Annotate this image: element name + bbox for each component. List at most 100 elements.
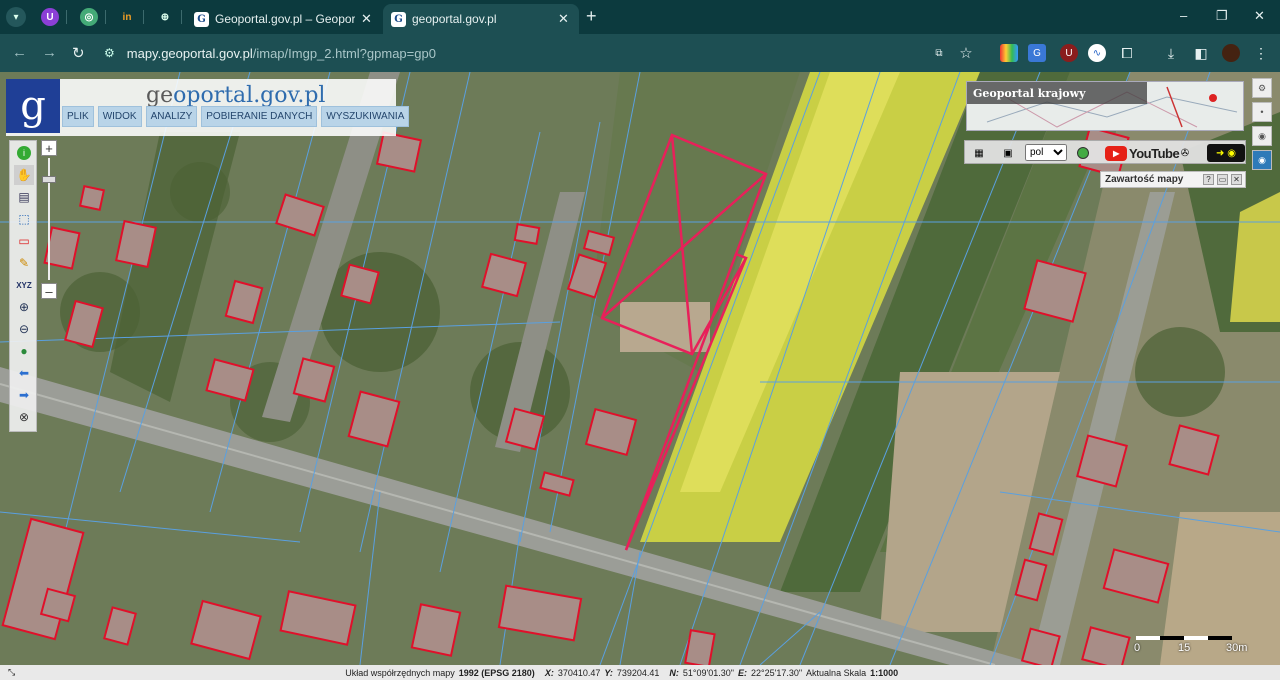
back-arrow-icon[interactable]: ← xyxy=(12,44,27,61)
scale-segment xyxy=(1136,636,1160,640)
scale-label-text: Aktualna Skala xyxy=(806,667,867,678)
url-field[interactable]: ⚙ mapy.geoportal.gov.pl/imap/Imgp_2.html… xyxy=(104,39,984,67)
browser-address-bar: ← → ↻ ⚙ mapy.geoportal.gov.pl/imap/Imgp_… xyxy=(0,34,1280,72)
previous-view-arrow-icon[interactable]: ⬅ xyxy=(14,363,34,383)
site-info-icon[interactable]: ⚙ xyxy=(104,46,115,60)
reload-icon[interactable]: ↻ xyxy=(72,44,85,62)
y-label: Y: xyxy=(604,667,613,678)
install-app-icon[interactable]: ⧉ xyxy=(930,44,948,62)
language-select[interactable]: pol xyxy=(1025,144,1067,161)
select-object-icon[interactable]: ▭ xyxy=(14,231,34,251)
draw-pencil-icon[interactable]: ✎ xyxy=(14,253,34,273)
close-window-button[interactable]: ✕ xyxy=(1254,8,1265,24)
url-path: /imap/Imgp_2.html?gpmap=gp0 xyxy=(252,45,436,61)
globe-icon[interactable]: ⊕ xyxy=(156,8,174,26)
maximize-button[interactable]: ▭ xyxy=(1217,174,1228,185)
main-menu: PLIK WIDOK ANALIZY POBIERANIE DANYCH WYS… xyxy=(62,106,410,127)
tab-title: Geoportal.gov.pl – Geoportal Inf xyxy=(215,12,355,26)
zoom-in-icon[interactable]: ⊕ xyxy=(14,297,34,317)
youtube-link[interactable]: ▶ YouTube xyxy=(1105,144,1180,162)
clear-selection-icon[interactable]: ⊗ xyxy=(14,407,34,427)
side-panel-icon[interactable]: ◧ xyxy=(1192,44,1210,62)
help-button[interactable]: ? xyxy=(1203,174,1214,185)
zoom-slider[interactable]: + – xyxy=(41,140,57,300)
url-host: mapy.geoportal.gov.pl xyxy=(126,45,253,61)
tab-geoportal-info[interactable]: G Geoportal.gov.pl – Geoportal Inf ✕ xyxy=(186,4,382,34)
minimize-button[interactable]: – xyxy=(1180,8,1187,23)
y-value: 739204.41 xyxy=(616,667,660,678)
dot-icon[interactable]: • xyxy=(1252,102,1272,122)
geoportal-favicon-icon: G xyxy=(194,11,209,27)
legend-table-icon[interactable]: ▤ xyxy=(14,187,34,207)
close-icon[interactable]: ✕ xyxy=(361,11,372,27)
eye-outline-icon[interactable]: ◉ xyxy=(1252,126,1272,146)
audio-wave-icon[interactable]: ∿ xyxy=(1088,44,1106,62)
map-content-panel[interactable]: Zawartość mapy ? ▭ ✕ xyxy=(1100,171,1246,188)
translate-icon[interactable]: G xyxy=(1028,44,1046,62)
new-tab-button[interactable]: + xyxy=(586,6,597,27)
bookmark-star-icon[interactable]: ☆ xyxy=(957,44,975,62)
menu-widok[interactable]: WIDOK xyxy=(97,106,142,127)
overview-map[interactable]: Geoportal krajowy xyxy=(966,81,1244,131)
profile-avatar[interactable] xyxy=(1222,44,1240,62)
tab-divider xyxy=(143,10,144,24)
menu-pobieranie-danych[interactable]: POBIERANIE DANYCH xyxy=(201,106,318,127)
map-status-bar: ⤡ Układ współrzędnych mapy 1992 (EPSG 21… xyxy=(0,665,1280,680)
ublock-icon[interactable]: U xyxy=(41,8,59,26)
browser-tab-bar: ▾ U ◎ in ⊕ G Geoportal.gov.pl – Geoporta… xyxy=(0,0,1280,34)
pan-hand-icon[interactable]: ✋ xyxy=(14,165,34,185)
select-area-icon[interactable]: ⬚ xyxy=(14,209,34,229)
scale-segment xyxy=(1208,636,1232,640)
map-viewport[interactable]: g geoportal.gov.pl PLIK WIDOK ANALIZY PO… xyxy=(0,72,1280,665)
crs-value: 1992 (EPSG 2180) xyxy=(458,667,535,678)
menu-analizy[interactable]: ANALIZY xyxy=(145,106,198,127)
accessibility-icon[interactable]: ✇ xyxy=(1177,144,1193,162)
menu-plik[interactable]: PLIK xyxy=(62,106,94,127)
tab-divider xyxy=(181,10,182,24)
ublock-extension-icon[interactable]: U xyxy=(1060,44,1078,62)
map-tools-toolbar: i ✋ ▤ ⬚ ▭ ✎ XYZ ⊕ ⊖ ● ⬅ ➡ ⊗ xyxy=(9,140,37,432)
close-icon[interactable]: ✕ xyxy=(558,11,569,27)
tab-search-menu-icon[interactable]: ▾ xyxy=(6,7,26,27)
scale-label: 15 xyxy=(1178,642,1191,654)
download-icon[interactable]: ⤓ xyxy=(1162,44,1180,62)
menu-wyszukiwania[interactable]: WYSZUKIWANIA xyxy=(321,106,410,127)
geoportal-g-icon: g xyxy=(6,79,60,133)
full-extent-globe-icon[interactable]: ● xyxy=(14,341,34,361)
tab-title: geoportal.gov.pl xyxy=(412,12,497,26)
zoom-out-icon[interactable]: ⊖ xyxy=(14,319,34,339)
geoportal-favicon-icon: G xyxy=(391,11,406,27)
overview-title: Geoportal krajowy xyxy=(967,82,1147,104)
info-icon[interactable]: i xyxy=(14,143,34,163)
extensions-puzzle-icon[interactable]: ⧠ xyxy=(1118,44,1136,62)
scale-label: 30m xyxy=(1226,642,1248,654)
logo-text: geoportal.gov.pl xyxy=(146,83,326,108)
zoom-thumb[interactable] xyxy=(42,176,56,183)
close-panel-button[interactable]: ✕ xyxy=(1231,174,1242,185)
e-label: E: xyxy=(737,667,747,678)
wms-icon[interactable]: ▣ xyxy=(999,144,1017,162)
x-label: X: xyxy=(544,667,554,678)
scale-label: 0 xyxy=(1134,642,1141,654)
xyz-coordinates-icon[interactable]: XYZ xyxy=(14,275,34,295)
linkedin-icon[interactable]: in xyxy=(118,8,136,26)
scale-value: 1:1000 xyxy=(870,667,899,678)
green-dot-icon[interactable] xyxy=(1075,144,1091,162)
tab-divider xyxy=(66,10,67,24)
browser-menu-icon[interactable]: ⋮ xyxy=(1252,44,1270,62)
high-contrast-eye-icon[interactable]: ➜ ◉ xyxy=(1207,144,1245,162)
tab-geoportal-map[interactable]: G geoportal.gov.pl ✕ xyxy=(383,4,579,34)
resize-corner-icon[interactable]: ⤡ xyxy=(8,667,15,678)
forward-arrow-icon[interactable]: → xyxy=(42,44,57,61)
eye-active-icon[interactable]: ◉ xyxy=(1252,150,1272,170)
zoom-in-button[interactable]: + xyxy=(41,140,57,156)
color-extension-icon[interactable] xyxy=(1000,44,1018,62)
grid-table-icon[interactable]: ▦ xyxy=(971,144,987,162)
next-view-arrow-icon[interactable]: ➡ xyxy=(14,385,34,405)
settings-icon[interactable]: ⚙ xyxy=(1252,78,1272,98)
scale-segment xyxy=(1184,636,1208,640)
x-value: 370410.47 xyxy=(557,667,601,678)
restore-button[interactable]: ❐ xyxy=(1216,8,1228,24)
chatgpt-icon[interactable]: ◎ xyxy=(80,8,98,26)
zoom-out-button[interactable]: – xyxy=(41,283,57,299)
